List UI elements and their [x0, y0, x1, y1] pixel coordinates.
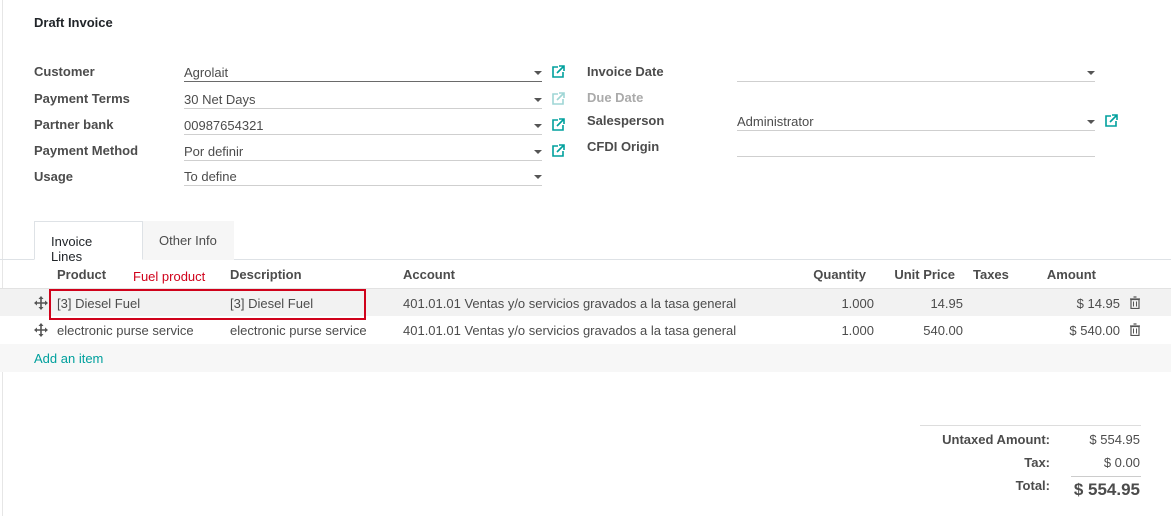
external-link-icon[interactable] [551, 65, 565, 79]
tax-value: $ 0.00 [1103, 455, 1140, 470]
left-border [2, 0, 3, 516]
untaxed-amount-value: $ 554.95 [1089, 432, 1140, 447]
line-account[interactable]: 401.01.01 Ventas y/o servicios gravados … [403, 323, 736, 338]
chevron-down-icon[interactable] [534, 124, 542, 128]
tab-invoice-lines[interactable]: Invoice Lines [34, 221, 143, 264]
page-title: Draft Invoice [34, 15, 113, 30]
line-amount: $ 540.00 [1069, 323, 1120, 338]
add-item-link[interactable]: Add an item [34, 351, 103, 366]
due-date-label: Due Date [587, 90, 644, 105]
annotation-box [49, 289, 366, 320]
customer-label: Customer [34, 64, 95, 79]
payment-method-label: Payment Method [34, 143, 139, 158]
partner-bank-field[interactable]: 00987654321 [184, 115, 542, 135]
customer-value: Agrolait [184, 65, 229, 80]
usage-field[interactable]: To define [184, 166, 542, 186]
untaxed-amount-label: Untaxed Amount: [942, 432, 1050, 447]
invoice-date-field[interactable] [737, 62, 1095, 82]
external-link-icon[interactable] [551, 118, 565, 132]
payment-terms-value: 30 Net Days [184, 92, 256, 107]
table-row[interactable]: electronic purse service electronic purs… [0, 316, 1171, 344]
chevron-down-icon[interactable] [534, 71, 542, 75]
line-amount: $ 14.95 [1076, 296, 1120, 311]
line-product[interactable]: electronic purse service [57, 323, 194, 338]
line-description[interactable]: electronic purse service [230, 323, 367, 338]
payment-terms-field[interactable]: 30 Net Days [184, 89, 542, 109]
payment-method-value: Por definir [184, 144, 244, 159]
cfdi-origin-label: CFDI Origin [587, 139, 660, 154]
trash-icon[interactable] [1129, 296, 1141, 309]
usage-value: To define [184, 169, 237, 184]
tab-other-info[interactable]: Other Info [143, 221, 234, 260]
line-account[interactable]: 401.01.01 Ventas y/o servicios gravados … [403, 296, 736, 311]
total-divider [1071, 476, 1141, 477]
usage-label: Usage [34, 169, 74, 184]
tax-label: Tax: [1024, 455, 1050, 470]
payment-terms-label: Payment Terms [34, 91, 130, 106]
external-link-icon[interactable] [551, 92, 565, 106]
line-unit-price[interactable]: 540.00 [880, 323, 963, 338]
cfdi-origin-field[interactable] [737, 137, 1095, 157]
line-quantity[interactable]: 1.000 [800, 323, 874, 338]
chevron-down-icon[interactable] [534, 150, 542, 154]
partner-bank-value: 00987654321 [184, 118, 264, 133]
col-amount[interactable]: Amount [1040, 267, 1096, 282]
external-link-icon[interactable] [551, 144, 565, 158]
totals-divider [920, 425, 1141, 426]
col-quantity[interactable]: Quantity [800, 267, 866, 282]
annotation-label: Fuel product [133, 269, 206, 284]
col-taxes[interactable]: Taxes [973, 267, 1009, 282]
external-link-icon[interactable] [1104, 114, 1118, 128]
line-unit-price[interactable]: 14.95 [880, 296, 963, 311]
col-description[interactable]: Description [230, 267, 302, 282]
line-quantity[interactable]: 1.000 [800, 296, 874, 311]
add-item-row: Add an item [0, 344, 1171, 372]
payment-method-field[interactable]: Por definir [184, 141, 542, 161]
customer-field[interactable]: Agrolait [184, 62, 542, 82]
chevron-down-icon[interactable] [534, 175, 542, 179]
total-label: Total: [1015, 478, 1050, 493]
chevron-down-icon[interactable] [1087, 120, 1095, 124]
salesperson-label: Salesperson [587, 113, 665, 128]
trash-icon[interactable] [1129, 323, 1141, 336]
drag-handle-icon[interactable] [34, 296, 48, 310]
drag-handle-icon[interactable] [34, 323, 48, 337]
invoice-date-label: Invoice Date [587, 64, 664, 79]
chevron-down-icon[interactable] [1087, 71, 1095, 75]
col-unit-price[interactable]: Unit Price [880, 267, 955, 282]
partner-bank-label: Partner bank [34, 117, 114, 132]
salesperson-field[interactable]: Administrator [737, 111, 1095, 131]
col-account[interactable]: Account [403, 267, 455, 282]
total-value: $ 554.95 [1073, 480, 1140, 499]
col-product[interactable]: Product [57, 267, 106, 282]
chevron-down-icon[interactable] [534, 98, 542, 102]
salesperson-value: Administrator [737, 114, 814, 129]
